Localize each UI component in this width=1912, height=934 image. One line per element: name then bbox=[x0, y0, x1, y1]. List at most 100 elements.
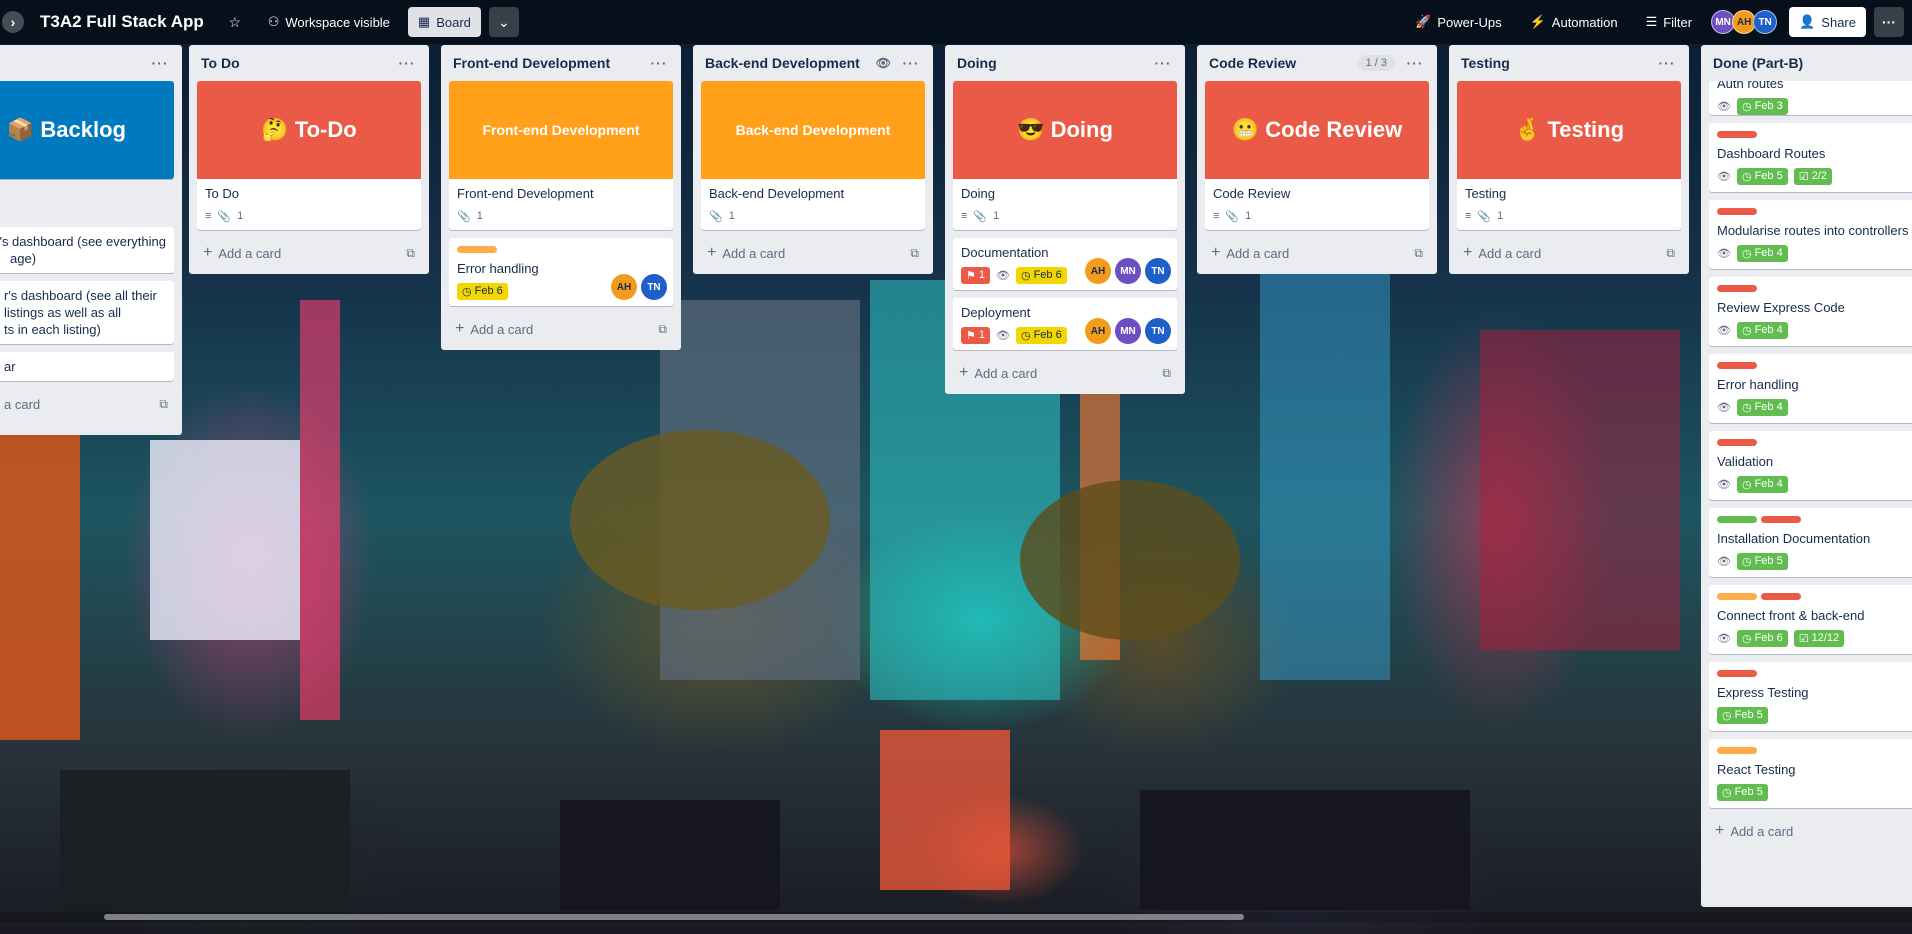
filter-button[interactable]: ☰ Filter bbox=[1636, 7, 1703, 37]
list-title[interactable]: Back-end Development bbox=[705, 55, 876, 71]
cover-card[interactable]: 🤞 Testing Testing ≡ 📎 1 bbox=[1457, 81, 1681, 230]
automation-button[interactable]: ⚡ Automation bbox=[1520, 7, 1628, 37]
add-card-button[interactable]: a card ⧉ bbox=[0, 389, 174, 419]
add-card-button[interactable]: + Add a card ⧉ bbox=[953, 358, 1177, 388]
add-card-button[interactable]: + Add a card ⧉ bbox=[701, 238, 925, 268]
due-date: Feb 4 bbox=[1754, 247, 1783, 259]
horizontal-scrollbar[interactable] bbox=[104, 914, 1244, 920]
board-title[interactable]: T3A2 Full Stack App bbox=[32, 12, 212, 32]
done-card[interactable]: Connect front & back-end 👁 ◷ Feb 6 ☑ 12/12 bbox=[1709, 585, 1912, 654]
list-item[interactable]: r's dashboard (see all their listings as… bbox=[0, 281, 174, 344]
done-card[interactable]: React Testing ◷ Feb 5 bbox=[1709, 739, 1912, 808]
list-title[interactable]: Doing bbox=[957, 55, 1151, 71]
cover-card[interactable]: 😬 Code Review Code Review ≡ 📎 1 bbox=[1205, 81, 1429, 230]
due-date-badge[interactable]: ◷ Feb 4 bbox=[1736, 398, 1788, 416]
automation-label: Automation bbox=[1551, 14, 1618, 30]
member-avatar[interactable]: AH bbox=[1085, 258, 1111, 284]
add-card-button[interactable]: + Add a card bbox=[1709, 816, 1912, 846]
list-title[interactable]: Done (Part-B) bbox=[1713, 55, 1912, 71]
watch-icon: 👁 bbox=[1717, 555, 1731, 568]
list-title[interactable]: Testing bbox=[1461, 55, 1655, 71]
list-menu-button[interactable]: ··· bbox=[148, 55, 172, 71]
due-date-badge[interactable]: ◷ Feb 5 bbox=[1717, 706, 1768, 724]
member-avatar[interactable]: TN bbox=[1753, 10, 1778, 34]
member-avatar[interactable]: AH bbox=[611, 274, 637, 300]
attachment-icon: 📎 bbox=[1225, 210, 1240, 223]
list-title[interactable]: Code Review bbox=[1209, 55, 1358, 71]
due-date-badge[interactable]: ◷ Feb 6 bbox=[1015, 326, 1067, 344]
checklist-count: 12/12 bbox=[1811, 632, 1840, 644]
power-ups-button[interactable]: 🚀 Power-Ups bbox=[1405, 7, 1511, 37]
member-avatar[interactable]: MN bbox=[1115, 318, 1141, 344]
share-button[interactable]: 👤 Share bbox=[1789, 7, 1866, 37]
list-title[interactable]: To Do bbox=[201, 55, 395, 71]
add-card-button[interactable]: + Add a card ⧉ bbox=[1457, 238, 1681, 268]
due-date-badge[interactable]: ◷ Feb 5 bbox=[1717, 783, 1768, 801]
due-date-badge[interactable]: ◷ Feb 5 bbox=[1736, 552, 1788, 570]
attachment-icon: 📎 bbox=[217, 210, 232, 223]
list-menu-button[interactable]: ··· bbox=[647, 55, 671, 71]
sidebar-expand-button[interactable]: › bbox=[2, 11, 24, 33]
star-button[interactable]: ☆ bbox=[220, 7, 250, 37]
cover-card[interactable]: Front-end Development Front-end Developm… bbox=[449, 81, 673, 230]
template-icon[interactable]: ⧉ bbox=[1414, 246, 1423, 261]
done-card[interactable]: Installation Documentation 👁 ◷ Feb 5 bbox=[1709, 508, 1912, 577]
due-date-badge[interactable]: ◷ Feb 6 bbox=[1736, 629, 1788, 647]
cover-card[interactable]: 😎 Doing Doing ≡ 📎 1 bbox=[953, 81, 1177, 230]
template-icon[interactable]: ⧉ bbox=[1666, 246, 1675, 261]
member-avatar[interactable]: TN bbox=[1145, 318, 1171, 344]
list-item[interactable]: ar bbox=[0, 352, 174, 381]
add-card-button[interactable]: + Add a card ⧉ bbox=[449, 314, 673, 344]
template-icon[interactable]: ⧉ bbox=[658, 322, 667, 337]
list-item[interactable]: er's dashboard (see everything age) bbox=[0, 227, 174, 273]
done-card[interactable]: Dashboard Routes 👁 ◷ Feb 5 ☑ 2/2 bbox=[1709, 123, 1912, 192]
template-icon[interactable]: ⧉ bbox=[1162, 366, 1171, 381]
due-date-badge[interactable]: ◷ Feb 4 bbox=[1736, 244, 1788, 262]
due-date-badge[interactable]: ◷ Feb 4 bbox=[1736, 321, 1788, 339]
template-icon[interactable]: ⧉ bbox=[159, 397, 168, 412]
list-menu-button[interactable]: ··· bbox=[395, 55, 419, 71]
cover-card[interactable]: 📦 Backlog bbox=[0, 81, 174, 179]
template-icon[interactable]: ⧉ bbox=[406, 246, 415, 261]
done-card[interactable]: Validation 👁 ◷ Feb 4 bbox=[1709, 431, 1912, 500]
card-title: Express Testing bbox=[1717, 685, 1809, 700]
due-date-badge[interactable]: ◷ Feb 3 bbox=[1736, 97, 1788, 115]
checklist-badge: ☑ 12/12 bbox=[1793, 629, 1845, 647]
done-card[interactable]: Error handling 👁 ◷ Feb 4 bbox=[1709, 354, 1912, 423]
cover-card[interactable]: 🤔 To-Do To Do ≡ 📎 1 bbox=[197, 81, 421, 230]
board-menu-button[interactable]: ··· bbox=[1874, 7, 1904, 37]
cover-card[interactable]: Back-end Development Back-end Developmen… bbox=[701, 81, 925, 230]
member-avatar[interactable]: TN bbox=[641, 274, 667, 300]
due-date-badge[interactable]: ◷ Feb 4 bbox=[1736, 475, 1788, 493]
list-cards-scroll[interactable]: Auth routes 👁 ◷ Feb 3 Dashboard Routes 👁 … bbox=[1709, 81, 1912, 871]
visibility-button[interactable]: ⚇ Workspace visible bbox=[258, 7, 400, 37]
list-header: Done (Part-B) bbox=[1709, 45, 1912, 81]
view-switcher-button[interactable]: ⌄ bbox=[488, 7, 519, 37]
board-view-button[interactable]: ▦ Board bbox=[407, 7, 481, 37]
done-card[interactable]: Express Testing ◷ Feb 5 bbox=[1709, 662, 1912, 731]
done-card[interactable]: Review Express Code 👁 ◷ Feb 4 bbox=[1709, 277, 1912, 346]
member-avatar[interactable]: TN bbox=[1145, 258, 1171, 284]
list-menu-button[interactable]: ··· bbox=[1151, 55, 1175, 71]
card-badges: 📎 1 bbox=[457, 206, 665, 226]
done-card[interactable]: Auth routes 👁 ◷ Feb 3 bbox=[1709, 81, 1912, 115]
watch-icon: 👁 bbox=[875, 56, 891, 70]
template-icon[interactable]: ⧉ bbox=[910, 246, 919, 261]
member-avatar[interactable]: AH bbox=[1085, 318, 1111, 344]
add-card-button[interactable]: + Add a card ⧉ bbox=[197, 238, 421, 268]
due-date-badge[interactable]: ◷ Feb 5 bbox=[1736, 167, 1788, 185]
list-menu-button[interactable]: ··· bbox=[1403, 55, 1427, 71]
card-deployment[interactable]: Deployment ⚑ 1 👁 ◷ Feb 6 AH MN TN bbox=[953, 298, 1177, 350]
card-documentation[interactable]: Documentation ⚑ 1 👁 ◷ Feb 6 AH MN TN bbox=[953, 238, 1177, 290]
member-avatar[interactable]: MN bbox=[1115, 258, 1141, 284]
list-title[interactable]: Front-end Development bbox=[453, 55, 647, 71]
add-card-label: Add a card bbox=[1226, 245, 1290, 261]
list-menu-button[interactable]: ··· bbox=[899, 55, 923, 71]
done-card[interactable]: Modularise routes into controllers 👁 ◷ Fe… bbox=[1709, 200, 1912, 269]
list-menu-button[interactable]: ··· bbox=[1655, 55, 1679, 71]
card-error-handling[interactable]: Error handling ◷ Feb 6 AH TN bbox=[449, 238, 673, 306]
add-card-button[interactable]: + Add a card ⧉ bbox=[1205, 238, 1429, 268]
due-date-badge[interactable]: ◷ Feb 6 bbox=[457, 282, 508, 300]
due-date-badge[interactable]: ◷ Feb 6 bbox=[1015, 266, 1067, 284]
list-todo: To Do ··· 🤔 To-Do To Do ≡ 📎 1 + Add a ca… bbox=[189, 45, 429, 274]
